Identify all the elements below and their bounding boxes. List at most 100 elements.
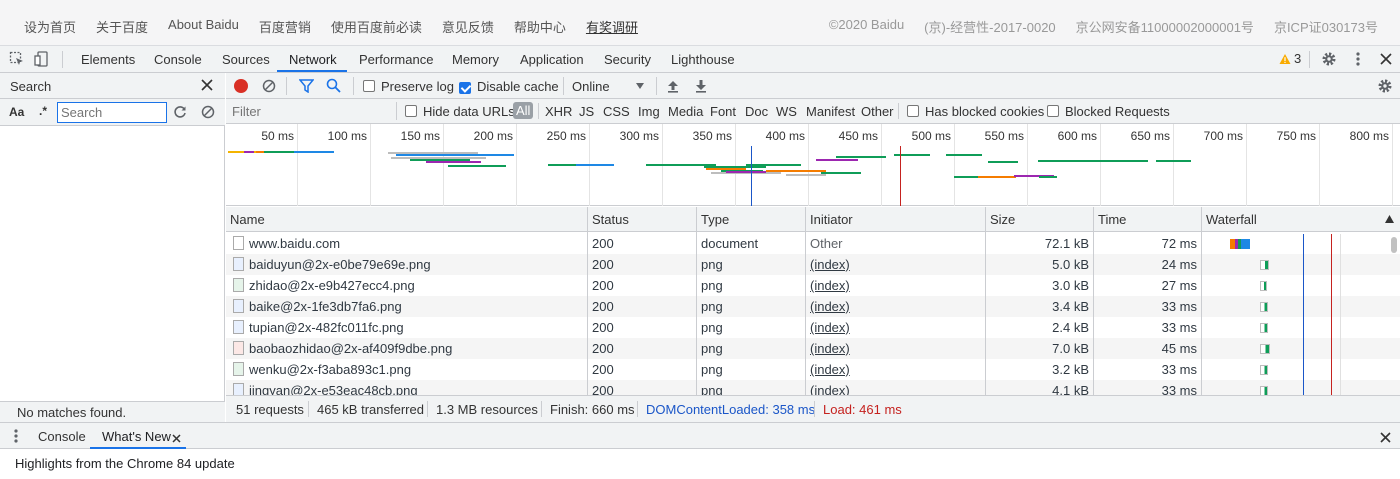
search-icon[interactable] xyxy=(326,78,341,96)
type-filter-all[interactable]: All xyxy=(513,102,534,119)
clear-log-icon[interactable] xyxy=(262,79,276,96)
cell-initiator[interactable]: (index) xyxy=(810,257,850,272)
close-drawer-icon[interactable] xyxy=(1380,431,1391,446)
drawer-tab-whats-new[interactable]: What's New xyxy=(102,429,171,444)
image-file-icon xyxy=(233,341,244,355)
type-filter-xhr[interactable]: XHR xyxy=(545,104,572,119)
footer-link[interactable]: 意见反馈 xyxy=(442,17,494,36)
has-blocked-cookies-checkbox[interactable] xyxy=(907,105,919,117)
network-toolbar: Preserve log Disable cache Online xyxy=(226,73,1400,99)
filter-input[interactable] xyxy=(228,101,392,121)
close-devtools-icon[interactable] xyxy=(1377,50,1395,68)
overview-tick-label: 800 ms xyxy=(1349,129,1389,143)
table-row[interactable]: baobaozhidao@2x-af409f9dbe.png 200 png (ind… xyxy=(226,338,1400,359)
type-filter-ws[interactable]: WS xyxy=(776,104,797,119)
preserve-log-checkbox[interactable] xyxy=(363,80,375,92)
type-filter-img[interactable]: Img xyxy=(638,104,660,119)
network-settings-gear-icon[interactable] xyxy=(1377,78,1393,97)
cell-size: 72.1 kB xyxy=(1044,236,1089,251)
overview-request-bar xyxy=(1038,160,1148,162)
close-tab-icon[interactable] xyxy=(172,431,181,446)
import-har-icon[interactable] xyxy=(667,79,679,96)
table-row[interactable]: wenku@2x-f3aba893c1.png 200 png (index) 3.2 … xyxy=(226,359,1400,380)
tab-network[interactable]: Network xyxy=(289,52,337,67)
police-record[interactable]: 京公网安备11000002000001号 xyxy=(1076,17,1254,36)
type-filter-font[interactable]: Font xyxy=(710,104,736,119)
tab-security[interactable]: Security xyxy=(604,52,651,67)
clear-search-icon[interactable] xyxy=(201,105,215,122)
table-row[interactable]: baike@2x-1fe3db7fa6.png 200 png (index) 3.4 … xyxy=(226,296,1400,317)
throttling-select[interactable]: Online xyxy=(572,79,646,95)
column-header-waterfall[interactable]: Waterfall xyxy=(1202,207,1400,232)
more-options-icon[interactable] xyxy=(1349,50,1367,68)
footer-link[interactable]: 使用百度前必读 xyxy=(331,17,422,36)
footer-link[interactable]: 关于百度 xyxy=(96,17,148,36)
close-search-icon[interactable] xyxy=(201,79,213,94)
tab-application[interactable]: Application xyxy=(520,52,584,67)
warnings-counter[interactable]: 3 xyxy=(1279,51,1301,66)
settings-gear-icon[interactable] xyxy=(1320,50,1338,68)
regex-toggle[interactable]: .* xyxy=(39,104,47,118)
tab-sources[interactable]: Sources xyxy=(222,52,270,67)
tab-performance[interactable]: Performance xyxy=(359,52,433,67)
drawer-tab-console[interactable]: Console xyxy=(38,429,86,444)
tab-memory[interactable]: Memory xyxy=(452,52,499,67)
cell-initiator[interactable]: (index) xyxy=(810,383,850,395)
tab-elements[interactable]: Elements xyxy=(81,52,135,67)
cell-initiator[interactable]: (index) xyxy=(810,278,850,293)
table-row[interactable]: zhidao@2x-e9b427ecc4.png 200 png (index) 3.0… xyxy=(226,275,1400,296)
filter-icon[interactable] xyxy=(298,79,315,96)
footer-link[interactable]: 百度营销 xyxy=(259,17,311,36)
search-input[interactable] xyxy=(57,102,167,123)
disable-cache-checkbox[interactable] xyxy=(459,82,471,94)
load-time: Load: 461 ms xyxy=(823,402,902,417)
cell-initiator[interactable]: (index) xyxy=(810,362,850,377)
table-row[interactable]: www.baidu.com 200 document Other 72.1 kB 72 m… xyxy=(226,233,1400,254)
export-har-icon[interactable] xyxy=(695,79,707,96)
sort-ascending-icon xyxy=(1385,215,1394,223)
overview-tick-label: 650 ms xyxy=(1130,129,1170,143)
blocked-requests-checkbox[interactable] xyxy=(1047,105,1059,117)
column-header-size[interactable]: Size xyxy=(986,207,1094,232)
table-scrollbar-thumb[interactable] xyxy=(1391,237,1397,253)
column-header-time[interactable]: Time xyxy=(1094,207,1202,232)
type-filter-doc[interactable]: Doc xyxy=(745,104,768,119)
match-case-toggle[interactable]: Aa xyxy=(9,105,24,119)
type-filter-js[interactable]: JS xyxy=(579,104,594,119)
table-row[interactable]: jingyan@2x-e53eac48cb.png 200 png (index) 4.… xyxy=(226,380,1400,395)
column-header-initiator[interactable]: Initiator xyxy=(806,207,986,232)
license-text[interactable]: (京)-经营性-2017-0020 xyxy=(924,17,1056,36)
device-toolbar-icon[interactable] xyxy=(33,50,51,68)
type-filter-css[interactable]: CSS xyxy=(603,104,630,119)
column-header-name[interactable]: Name xyxy=(226,207,588,232)
column-divider xyxy=(805,207,806,395)
footer-link[interactable]: 帮助中心 xyxy=(514,17,566,36)
network-overview[interactable]: 50 ms 100 ms 150 ms 200 ms 250 ms 300 ms 350 m… xyxy=(226,124,1400,206)
hide-data-urls-checkbox[interactable] xyxy=(405,105,417,117)
cell-type: png xyxy=(701,299,723,314)
drawer-more-icon[interactable] xyxy=(14,429,18,446)
type-filter-other[interactable]: Other xyxy=(861,104,894,119)
tab-lighthouse[interactable]: Lighthouse xyxy=(671,52,735,67)
tab-console[interactable]: Console xyxy=(154,52,202,67)
icp-record[interactable]: 京ICP证030173号 xyxy=(1274,17,1378,36)
column-header-type[interactable]: Type xyxy=(697,207,806,232)
footer-link[interactable]: 设为首页 xyxy=(24,17,76,36)
cell-initiator[interactable]: (index) xyxy=(810,341,850,356)
cell-initiator[interactable]: (index) xyxy=(810,320,850,335)
cell-initiator[interactable]: (index) xyxy=(810,299,850,314)
column-header-status[interactable]: Status xyxy=(588,207,697,232)
table-row[interactable]: tupian@2x-482fc011fc.png 200 png (index) 2.4… xyxy=(226,317,1400,338)
inspect-element-icon[interactable] xyxy=(8,50,26,68)
footer-link-survey[interactable]: 有奖调研 xyxy=(586,17,638,36)
type-filter-media[interactable]: Media xyxy=(668,104,703,119)
refresh-icon[interactable] xyxy=(173,105,187,122)
footer-link[interactable]: About Baidu xyxy=(168,17,239,36)
cell-status: 200 xyxy=(592,278,614,293)
overview-tick-label: 450 ms xyxy=(838,129,878,143)
cell-type: png xyxy=(701,383,723,395)
type-filter-manifest[interactable]: Manifest xyxy=(806,104,855,119)
table-row[interactable]: baiduyun@2x-e0be79e69e.png 200 png (index) 5… xyxy=(226,254,1400,275)
record-icon[interactable] xyxy=(234,79,248,93)
cell-time: 72 ms xyxy=(1161,236,1197,251)
